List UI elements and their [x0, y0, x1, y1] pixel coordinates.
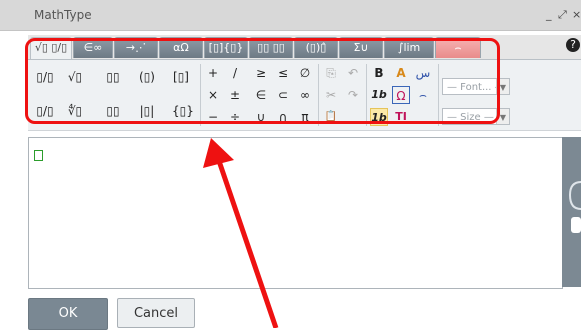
annotation-arrow: [203, 138, 279, 328]
